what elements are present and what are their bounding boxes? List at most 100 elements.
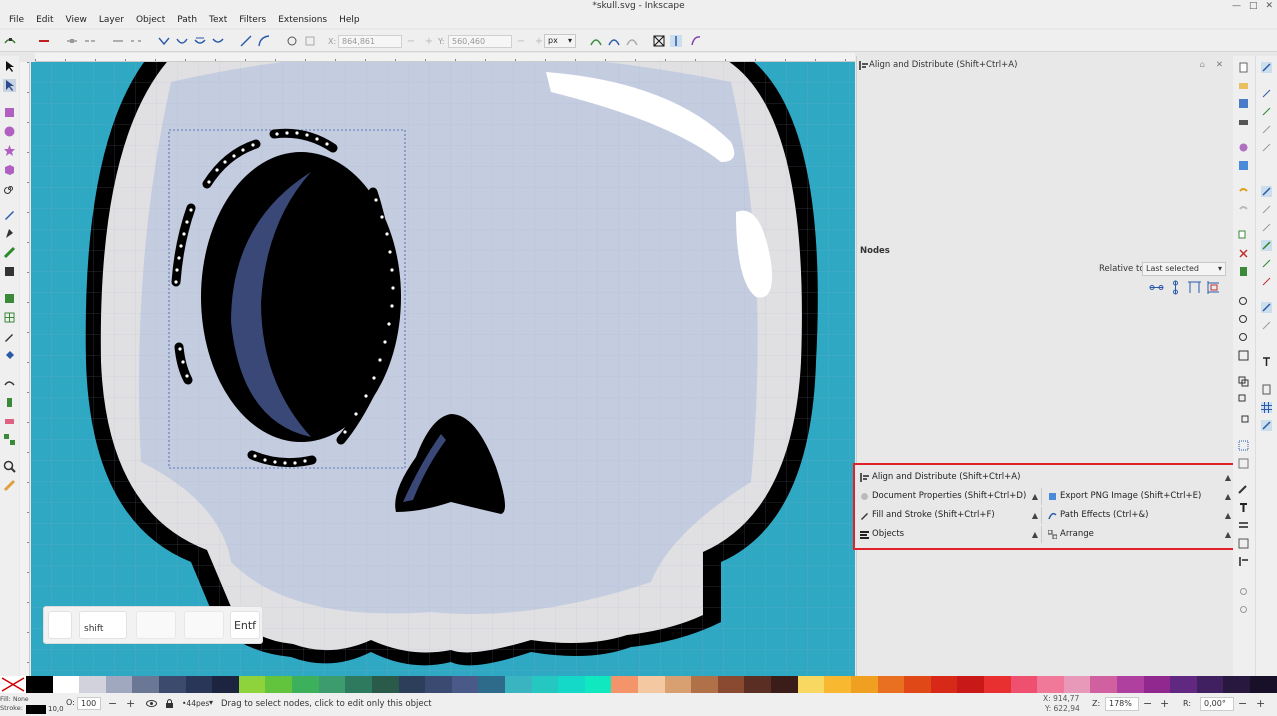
- palette-swatch[interactable]: [1250, 676, 1277, 693]
- gradient-tool-icon[interactable]: [3, 292, 16, 305]
- palette-swatch[interactable]: [52, 676, 80, 693]
- eraser-tool-icon[interactable]: [3, 414, 16, 427]
- snap-cusp-nodes-icon[interactable]: [1261, 240, 1272, 251]
- palette-swatch[interactable]: [159, 676, 186, 693]
- zoom-input[interactable]: 178%: [1105, 697, 1139, 711]
- palette-swatch[interactable]: [797, 676, 825, 693]
- palette-swatch[interactable]: [558, 676, 585, 693]
- palette-swatch[interactable]: [850, 676, 878, 693]
- y-decrement-button[interactable]: −: [512, 36, 530, 47]
- zoom-page-icon[interactable]: [1238, 332, 1249, 343]
- panel-arrange[interactable]: Arrange ▲: [1045, 526, 1234, 543]
- ungroup-icon[interactable]: [1238, 458, 1249, 469]
- chevron-up-icon[interactable]: ▲: [1032, 488, 1038, 505]
- preferences-icon[interactable]: [1238, 586, 1249, 597]
- layer-dropdown-icon[interactable]: ▾: [209, 698, 213, 707]
- print-icon[interactable]: [1238, 116, 1249, 127]
- import-icon[interactable]: [1238, 142, 1249, 153]
- snap-guides-icon[interactable]: [1261, 420, 1272, 431]
- palette-swatch[interactable]: [584, 676, 612, 693]
- drawing-canvas[interactable]: [31, 62, 855, 676]
- palette-swatch[interactable]: [1143, 676, 1171, 693]
- opacity-input[interactable]: 100: [77, 697, 101, 710]
- palette-swatch[interactable]: [26, 676, 53, 693]
- palette-swatch[interactable]: [1170, 676, 1197, 693]
- object-to-path-icon[interactable]: [286, 35, 298, 47]
- node-tool-icon[interactable]: [3, 79, 16, 92]
- snap-bbox-edge-icon[interactable]: [1261, 106, 1272, 117]
- palette-swatch[interactable]: [638, 676, 665, 693]
- menu-text[interactable]: Text: [203, 12, 233, 28]
- segment-curve-icon[interactable]: [258, 35, 270, 47]
- layers-dialog-icon[interactable]: [1238, 520, 1249, 531]
- segment-line-icon[interactable]: [240, 35, 252, 47]
- connector-tool-icon[interactable]: [3, 433, 16, 446]
- spray-tool-icon[interactable]: [3, 395, 16, 408]
- zoom-out-button[interactable]: −: [1143, 697, 1152, 710]
- palette-swatch[interactable]: [1223, 676, 1251, 693]
- palette-swatch[interactable]: [877, 676, 905, 693]
- 3d-box-tool-icon[interactable]: [3, 163, 16, 176]
- palette-swatch[interactable]: [345, 676, 372, 693]
- clip-path-icon[interactable]: [608, 35, 620, 47]
- chevron-up-icon[interactable]: ▲: [1225, 526, 1231, 543]
- fill-stroke-dialog-icon[interactable]: [1238, 484, 1249, 495]
- palette-swatch[interactable]: [318, 676, 346, 693]
- palette-swatch[interactable]: [983, 676, 1011, 693]
- palette-swatch[interactable]: [292, 676, 319, 693]
- current-layer-select[interactable]: •44pes: [182, 699, 209, 708]
- palette-swatch[interactable]: [664, 676, 692, 693]
- snap-grid-icon[interactable]: [1261, 402, 1272, 413]
- open-icon[interactable]: [1238, 80, 1249, 91]
- node-symmetric-icon[interactable]: [194, 35, 206, 47]
- new-document-icon[interactable]: [1238, 62, 1249, 73]
- y-input[interactable]: 560,460: [448, 34, 512, 48]
- snap-bbox-icon[interactable]: [1261, 88, 1272, 99]
- stroke-to-path-icon[interactable]: [304, 35, 316, 47]
- minimize-icon[interactable]: —: [1232, 0, 1241, 12]
- palette-swatch[interactable]: [1010, 676, 1038, 693]
- zoom-selection-icon[interactable]: [1238, 296, 1249, 307]
- panel-objects[interactable]: Objects ▲: [857, 526, 1042, 543]
- menu-file[interactable]: File: [3, 12, 30, 28]
- undo-icon[interactable]: [1238, 186, 1249, 197]
- document-properties-dialog-icon[interactable]: [1238, 604, 1249, 615]
- join-segment-icon[interactable]: [112, 35, 124, 47]
- layer-lock-icon[interactable]: [164, 698, 175, 709]
- palette-swatch[interactable]: [957, 676, 984, 693]
- snap-paths-icon[interactable]: [1261, 204, 1272, 215]
- spiral-tool-icon[interactable]: [3, 182, 16, 195]
- no-paint-swatch[interactable]: [0, 676, 26, 693]
- palette-swatch[interactable]: [1037, 676, 1064, 693]
- xml-editor-icon[interactable]: [1238, 538, 1249, 549]
- chevron-up-icon[interactable]: ▲: [1225, 507, 1231, 524]
- rotation-input[interactable]: 0,00°: [1200, 697, 1234, 711]
- snap-path-intersections-icon[interactable]: [1261, 222, 1272, 233]
- palette-swatch[interactable]: [717, 676, 745, 693]
- redo-icon[interactable]: [1238, 204, 1249, 215]
- snap-toggle-icon[interactable]: [1261, 62, 1272, 73]
- palette-swatch[interactable]: [478, 676, 505, 693]
- cut-icon[interactable]: [1238, 248, 1249, 259]
- star-tool-icon[interactable]: [3, 144, 16, 157]
- zoom-in-button[interactable]: +: [1160, 697, 1169, 710]
- snap-line-midpoints-icon[interactable]: [1261, 276, 1272, 287]
- close-icon[interactable]: ✕: [1265, 0, 1273, 12]
- panel-fill-stroke[interactable]: Fill and Stroke (Shift+Ctrl+F) ▲: [857, 507, 1042, 524]
- unit-select[interactable]: px: [544, 34, 576, 48]
- pen-tool-icon[interactable]: [3, 227, 16, 240]
- menu-view[interactable]: View: [60, 12, 93, 28]
- mask-icon[interactable]: [626, 35, 638, 47]
- palette-swatch[interactable]: [930, 676, 958, 693]
- palette-swatch[interactable]: [1090, 676, 1117, 693]
- duplicate-icon[interactable]: [1238, 376, 1249, 387]
- palette-swatch[interactable]: [1196, 676, 1224, 693]
- palette-swatch[interactable]: [425, 676, 452, 693]
- unlink-clone-icon[interactable]: [1238, 412, 1249, 423]
- relative-to-select[interactable]: Last selected: [1142, 262, 1226, 276]
- snap-bbox-midpoint-icon[interactable]: [1261, 142, 1272, 153]
- opacity-decrement-button[interactable]: −: [108, 697, 117, 710]
- node-auto-smooth-icon[interactable]: [212, 35, 224, 47]
- align-nodes-horizontal-icon[interactable]: [1149, 280, 1164, 295]
- text-font-dialog-icon[interactable]: [1238, 502, 1249, 513]
